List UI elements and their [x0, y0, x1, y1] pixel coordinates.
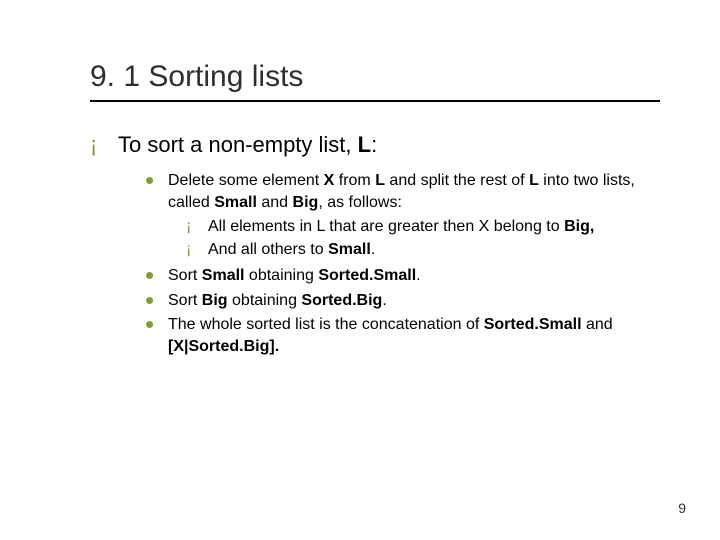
step-text: Sort Small obtaining Sorted.Small. [168, 267, 421, 284]
title-rule [90, 100, 660, 102]
main-point-bold: L [358, 132, 371, 157]
substep-item: And all others to Small. [186, 239, 660, 261]
slide: 9. 1 Sorting lists To sort a non-empty l… [0, 0, 720, 540]
step-item: Delete some element X from L and split t… [142, 170, 660, 262]
bullet-list-level2: Delete some element X from L and split t… [142, 170, 660, 359]
substep-item: All elements in L that are greater then … [186, 216, 660, 238]
slide-title: 9. 1 Sorting lists [90, 60, 660, 94]
main-point-post: : [371, 132, 377, 157]
step-item: Sort Big obtaining Sorted.Big. [142, 290, 660, 312]
step-text: Delete some element X from L and split t… [168, 172, 635, 211]
bullet-list-level1: To sort a non-empty list, L: Delete some… [90, 130, 660, 359]
step-text: Sort Big obtaining Sorted.Big. [168, 292, 387, 309]
main-point-pre: To sort a non-empty list, [118, 132, 358, 157]
bullet-list-level3: All elements in L that are greater then … [186, 216, 660, 261]
main-point: To sort a non-empty list, L: Delete some… [90, 130, 660, 359]
step-item: Sort Small obtaining Sorted.Small. [142, 265, 660, 287]
step-item: The whole sorted list is the concatenati… [142, 314, 660, 359]
step-text: The whole sorted list is the concatenati… [168, 316, 613, 355]
page-number: 9 [678, 500, 686, 516]
